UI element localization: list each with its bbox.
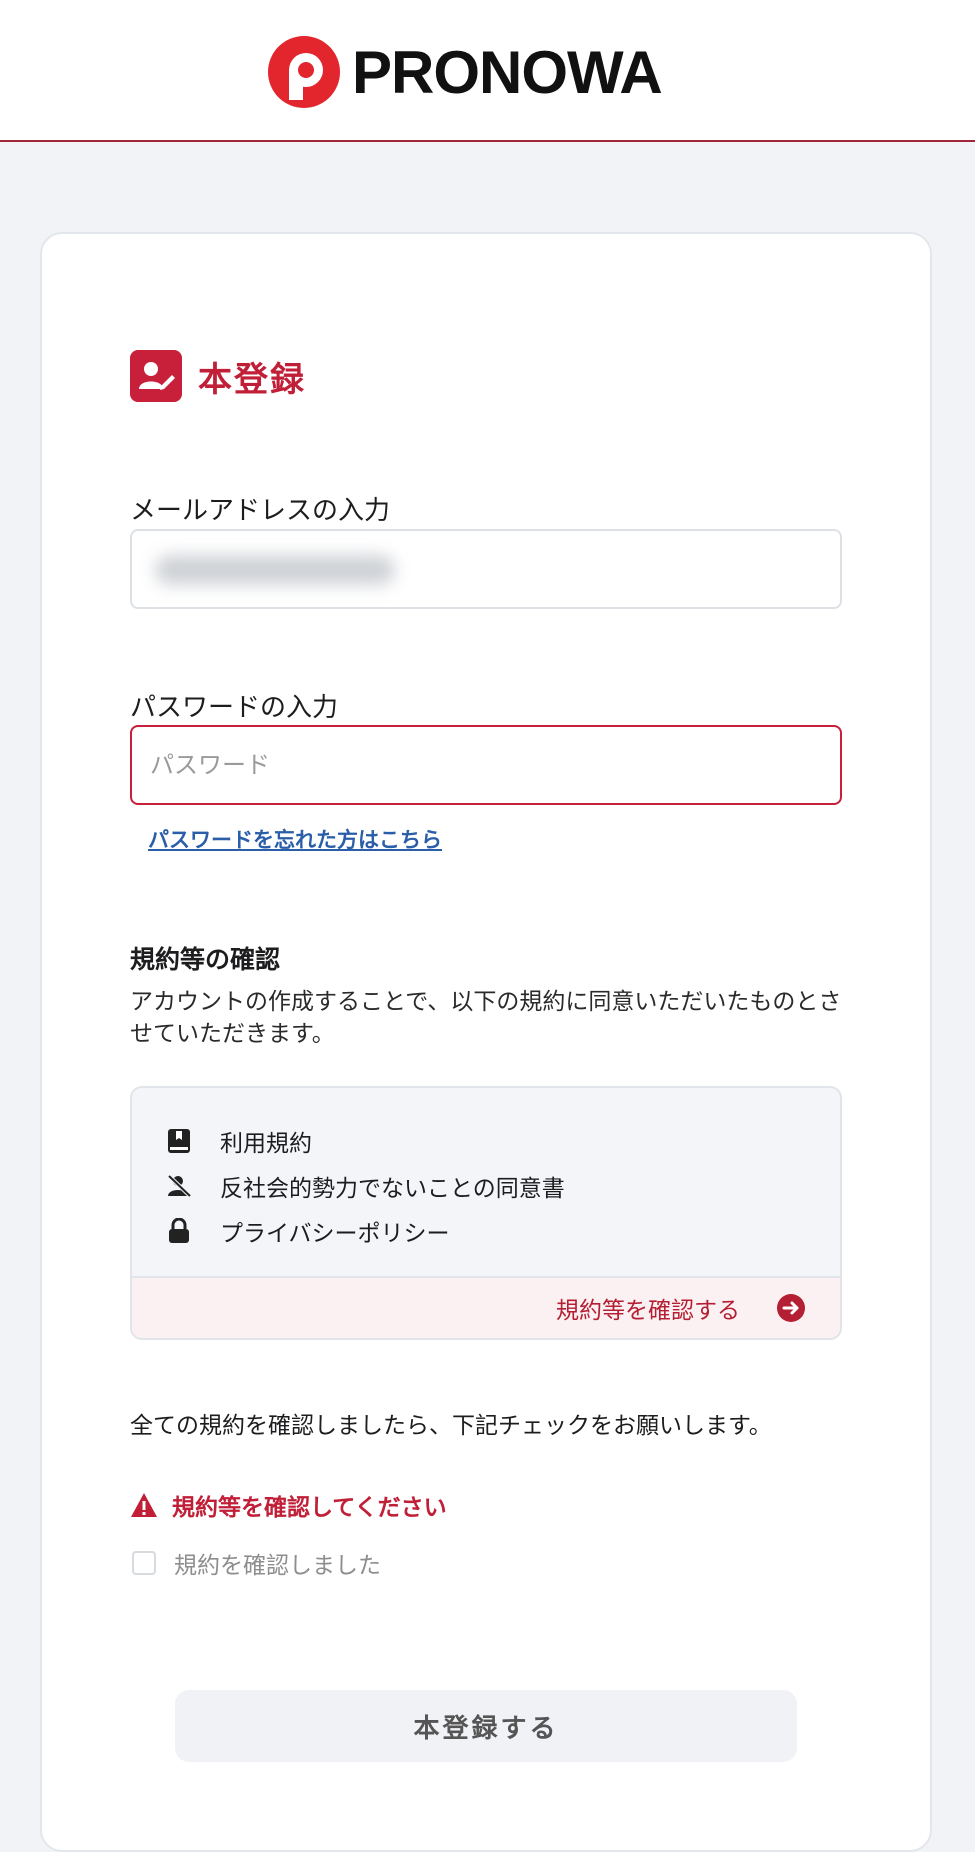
terms-section-title: 規約等の確認: [130, 945, 281, 974]
forgot-password-link[interactable]: パスワードを忘れた方はこちら: [148, 824, 442, 854]
terms-item-label: 利用規約: [220, 1130, 312, 1157]
warning-message: 規約等を確認してください: [130, 1488, 447, 1522]
logo-mark-icon: [268, 36, 340, 108]
confirm-terms-button[interactable]: 規約等を確認する: [132, 1276, 840, 1338]
email-value-redacted: [155, 555, 395, 585]
terms-box: 利用規約 反社会的勢力でないことの同意書 プライバシーポリシー 規約等を確認する: [130, 1086, 842, 1340]
terms-list: 利用規約 反社会的勢力でないことの同意書 プライバシーポリシー: [166, 1118, 565, 1253]
terms-item-usage: 利用規約: [166, 1118, 565, 1163]
terms-confirm-checkbox-row[interactable]: 規約を確認しました: [132, 1546, 381, 1580]
password-field[interactable]: [130, 725, 842, 805]
register-button[interactable]: 本登録する: [175, 1690, 797, 1762]
logo-text: PRONOWA: [352, 38, 663, 106]
user-slash-icon: [166, 1173, 192, 1199]
terms-description: アカウントの作成することで、以下の規約に同意いただいたものとさせていただきます。: [130, 989, 842, 1047]
terms-item-privacy: プライバシーポリシー: [166, 1208, 565, 1253]
warning-icon: [131, 1493, 157, 1517]
header: PRONOWA: [0, 0, 975, 142]
terms-item-label: プライバシーポリシー: [220, 1220, 450, 1247]
book-icon: [166, 1128, 192, 1154]
page-title: 本登録: [198, 359, 306, 400]
confirm-terms-label: 規約等を確認する: [556, 1298, 740, 1324]
terms-confirm-checkbox[interactable]: [132, 1551, 156, 1575]
logo[interactable]: PRONOWA: [266, 32, 663, 112]
warning-text: 規約等を確認してください: [172, 1495, 447, 1521]
terms-confirm-label: 規約を確認しました: [174, 1553, 381, 1579]
terms-item-label: 反社会的勢力でないことの同意書: [220, 1175, 565, 1202]
page-title-row: 本登録: [130, 350, 306, 402]
lock-icon: [166, 1217, 192, 1244]
terms-item-antisocial: 反社会的勢力でないことの同意書: [166, 1163, 565, 1208]
password-label: パスワードの入力: [130, 693, 339, 723]
arrow-right-circle-icon: [777, 1294, 805, 1322]
check-instruction: 全ての規約を確認しましたら、下記チェックをお願いします。: [130, 1413, 772, 1439]
user-edit-icon: [130, 350, 182, 402]
email-label: メールアドレスの入力: [130, 496, 391, 526]
